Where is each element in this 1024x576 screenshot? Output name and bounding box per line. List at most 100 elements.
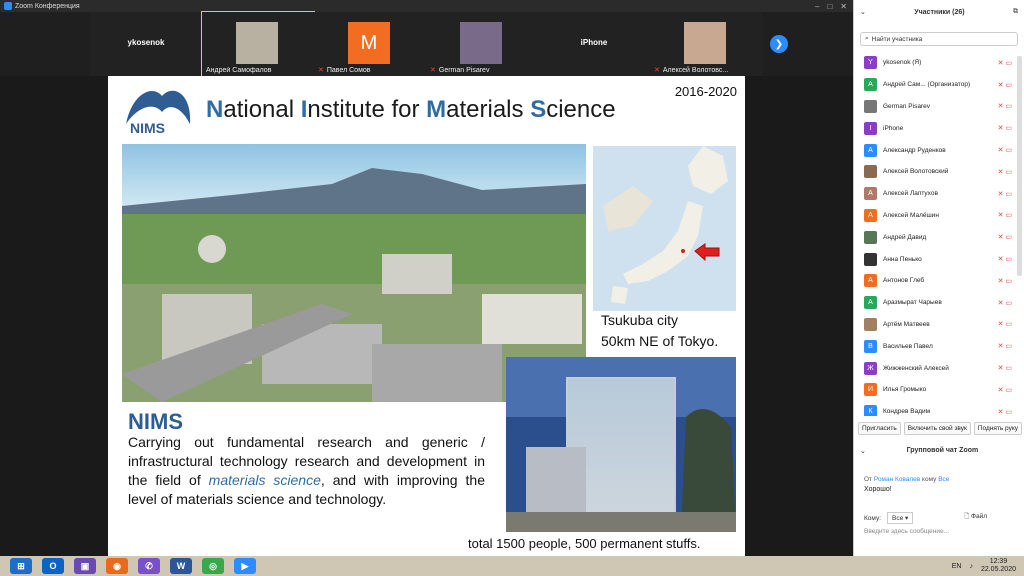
- participant-name: German Pisarev: [883, 102, 930, 110]
- windows-taskbar: ⊞ O ▣ ◉ ✆ W ◎ ▶ EN ♪ 12:39 22.05.2020: [0, 556, 1024, 576]
- language-indicator[interactable]: EN: [952, 563, 962, 570]
- maximize-icon[interactable]: □: [827, 2, 832, 11]
- avatar: А: [864, 274, 877, 288]
- scrollbar[interactable]: [1017, 56, 1022, 276]
- slide-title: National Institute for Materials Science: [206, 96, 616, 123]
- video-tile[interactable]: ✕ German Pisarev: [426, 12, 538, 76]
- word-icon[interactable]: W: [170, 558, 192, 574]
- mic-muted-icon: ✕ ▭: [997, 343, 1012, 351]
- chat-message-text: Хорошо!: [864, 486, 892, 493]
- participant-row[interactable]: А Алексей Лаптухов ✕ ▭: [854, 183, 1016, 205]
- unmute-button[interactable]: Включить свой звук: [903, 422, 971, 435]
- mic-muted-icon: ✕: [654, 67, 660, 74]
- video-gallery: ykosenok Андрей Самофалов M ✕ Павел Сомов…: [0, 11, 853, 77]
- participant-row[interactable]: В Васильев Павел ✕ ▭: [854, 335, 1016, 357]
- raise-hand-button[interactable]: Поднять руку: [973, 422, 1022, 435]
- tile-name: Павел Сомов: [326, 67, 371, 74]
- video-tile[interactable]: M ✕ Павел Сомов: [314, 12, 426, 76]
- firefox-icon[interactable]: ◉: [106, 558, 128, 574]
- chrome-icon[interactable]: ◎: [202, 558, 224, 574]
- slide-years: 2016-2020: [674, 84, 737, 99]
- search-icon: ⌕: [865, 35, 869, 42]
- participant-row[interactable]: А Александр Руденков ✕ ▭: [854, 139, 1016, 161]
- svg-text:NIMS: NIMS: [130, 120, 165, 136]
- participant-row[interactable]: Андрей Давид ✕ ▭: [854, 226, 1016, 248]
- mic-muted-icon: ✕ ▭: [997, 408, 1012, 416]
- participant-video: [684, 22, 726, 64]
- avatar: Y: [864, 56, 877, 70]
- participant-list: Yykosenok (Я) ✕ ▭ А Андрей Сам... (Организа…: [854, 52, 1016, 416]
- mic-muted-icon: ✕: [318, 67, 324, 74]
- recipient-select[interactable]: Все ▾: [887, 512, 914, 524]
- participant-row[interactable]: А Андрей Сам... (Организатор) ✕ ▭: [854, 74, 1016, 96]
- video-tile[interactable]: iPhone: [538, 12, 650, 76]
- file-button[interactable]: 🗋 Файл: [964, 512, 987, 523]
- start-icon[interactable]: ⊞: [10, 558, 32, 574]
- tile-label: ykosenok: [127, 38, 165, 47]
- tile-label: iPhone: [580, 38, 608, 47]
- mic-muted-icon: ✕ ▭: [997, 256, 1012, 264]
- close-icon[interactable]: ✕: [840, 2, 847, 11]
- participant-video: [236, 22, 278, 64]
- popout-icon[interactable]: ⧉: [1013, 8, 1018, 16]
- participant-row[interactable]: А Алексей Малёшин ✕ ▭: [854, 205, 1016, 227]
- map-caption-city: Tsukuba city: [601, 312, 679, 328]
- video-tile-active[interactable]: Андрей Самофалов: [201, 11, 315, 77]
- save-icon[interactable]: ▣: [74, 558, 96, 574]
- mic-muted-icon: ✕ ▭: [997, 81, 1012, 89]
- chevron-right-icon[interactable]: ❯: [770, 35, 788, 53]
- participant-name: Артём Матвеев: [883, 320, 930, 328]
- video-tile[interactable]: ✕ Алексей Волотовс...: [650, 12, 762, 76]
- participant-row[interactable]: А Антонов Глеб ✕ ▭: [854, 270, 1016, 292]
- staff-total: total 1500 people, 500 permanent stuffs.: [468, 536, 701, 551]
- participant-name: Анна Пенько: [883, 255, 922, 263]
- window-titlebar: Zoom Конференция – □ ✕: [0, 0, 853, 12]
- tile-name: German Pisarev: [438, 67, 490, 74]
- mic-muted-icon: ✕ ▭: [997, 125, 1012, 133]
- avatar: [864, 165, 877, 179]
- participant-row[interactable]: German Pisarev ✕ ▭: [854, 96, 1016, 118]
- invite-button[interactable]: Пригласить: [858, 422, 901, 435]
- participant-row[interactable]: Yykosenok (Я) ✕ ▭: [854, 52, 1016, 74]
- avatar: [864, 252, 877, 266]
- participants-panel: ⌄ Участники (26) ⧉ ⌕ Найти участника Yyk…: [853, 0, 1024, 556]
- participant-name: Алексей Малёшин: [883, 211, 939, 219]
- participant-row[interactable]: И Илья Громыко ✕ ▭: [854, 379, 1016, 401]
- avatar: К: [864, 405, 877, 416]
- mic-muted-icon: ✕ ▭: [997, 59, 1012, 67]
- participant-name: Илья Громыко: [883, 386, 927, 394]
- avatar: И: [864, 383, 877, 397]
- video-tile[interactable]: ykosenok: [90, 12, 202, 76]
- participants-title: Участники (26): [914, 8, 965, 16]
- mic-muted-icon: ✕ ▭: [997, 234, 1012, 242]
- mic-muted-icon: ✕ ▭: [997, 190, 1012, 198]
- participant-row[interactable]: Алексей Волотовский ✕ ▭: [854, 161, 1016, 183]
- window-title: Zoom Конференция: [15, 2, 80, 10]
- volume-icon[interactable]: ♪: [969, 563, 973, 570]
- tile-name: Андрей Самофалов: [206, 67, 272, 74]
- viber-icon[interactable]: ✆: [138, 558, 160, 574]
- participant-name: Васильев Павел: [883, 342, 933, 350]
- minimize-icon[interactable]: –: [815, 2, 819, 11]
- participant-row[interactable]: IiPhone ✕ ▭: [854, 117, 1016, 139]
- avatar: А: [864, 78, 877, 92]
- chat-message-meta: От Роман Ковалев кому Все: [864, 476, 950, 483]
- avatar: А: [864, 296, 877, 310]
- zoom-icon[interactable]: ▶: [234, 558, 256, 574]
- chat-input[interactable]: Введите здесь сообщение...: [864, 528, 949, 535]
- participant-row[interactable]: Артём Матвеев ✕ ▭: [854, 314, 1016, 336]
- clock[interactable]: 12:39 22.05.2020: [981, 558, 1016, 574]
- participant-row[interactable]: К Кондрев Вадим ✕ ▭: [854, 401, 1016, 416]
- map-caption-distance: 50km NE of Tokyo.: [601, 333, 719, 349]
- mic-muted-icon: ✕: [430, 67, 436, 74]
- avatar: [864, 317, 877, 331]
- chat-title: Групповой чат Zoom: [906, 447, 979, 454]
- participant-search-input[interactable]: ⌕ Найти участника: [860, 32, 1018, 46]
- avatar: [864, 230, 877, 244]
- participant-row[interactable]: Ж Жижженский Алексей ✕ ▭: [854, 357, 1016, 379]
- outlook-icon[interactable]: O: [42, 558, 64, 574]
- avatar: А: [864, 143, 877, 157]
- participant-row[interactable]: Анна Пенько ✕ ▭: [854, 248, 1016, 270]
- participant-row[interactable]: А Аразмырат Чарыев ✕ ▭: [854, 292, 1016, 314]
- description-text: Carrying out fundamental research and ge…: [128, 434, 485, 507]
